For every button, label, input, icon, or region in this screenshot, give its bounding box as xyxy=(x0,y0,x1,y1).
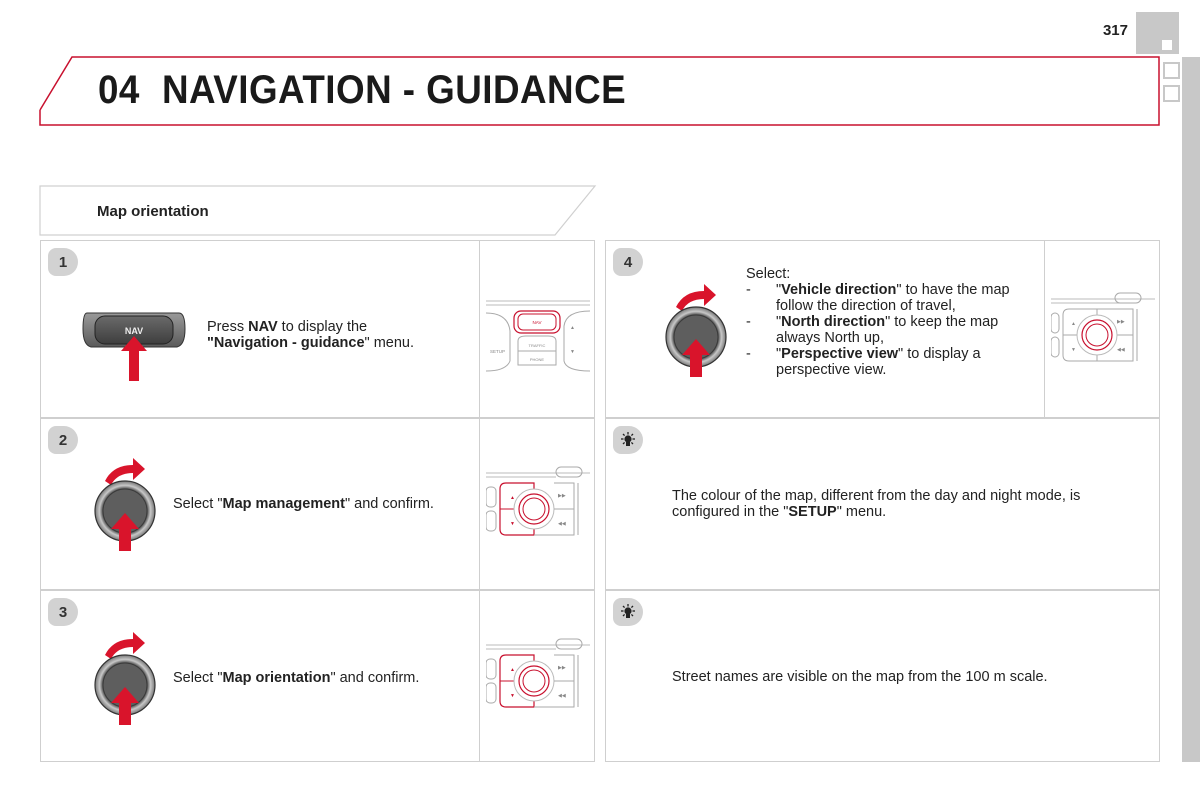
chapter-name: NAVIGATION - GUIDANCE xyxy=(161,68,627,112)
svg-text:PHONE: PHONE xyxy=(530,357,545,362)
lightbulb-icon xyxy=(621,604,635,618)
step-number-badge: 2 xyxy=(48,426,78,454)
nav-button-press-icon: NAV xyxy=(82,312,186,381)
svg-text:▼: ▼ xyxy=(510,521,515,527)
step-4-instruction: Select: - "Vehicle direction" to have the… xyxy=(746,266,1046,378)
step-3-instruction: Select "Map orientation" and confirm. xyxy=(173,670,420,686)
control-panel-knob-diagram: ▲ ▼ ▶▶ ◀◀ xyxy=(486,638,590,708)
rotary-knob-icon xyxy=(94,632,156,725)
step-panel-3: 3 Select "Map orientation" and confirm. … xyxy=(40,590,595,762)
rotary-knob-icon xyxy=(665,284,727,377)
side-thumb-bar xyxy=(1182,57,1200,762)
step-panel-4: 4 Select: - "Vehicle direction" to have t… xyxy=(605,240,1160,418)
svg-text:◀◀: ◀◀ xyxy=(558,693,566,699)
step-number-badge: 3 xyxy=(48,598,78,626)
step-number-badge: 4 xyxy=(613,248,643,276)
orientation-options-list: - "Vehicle direction" to have the map fol… xyxy=(746,282,1046,378)
chapter-number: 04 xyxy=(98,68,140,112)
tip-panel-2: Street names are visible on the map from… xyxy=(605,590,1160,762)
svg-text:▼: ▼ xyxy=(1071,347,1076,353)
chapter-title: 04 NAVIGATION - GUIDANCE xyxy=(98,68,626,113)
chapter-tab-marker xyxy=(1163,85,1180,102)
svg-text:NAV: NAV xyxy=(533,320,542,325)
page-number: 317 xyxy=(1102,22,1128,39)
section-title: Map orientation xyxy=(97,203,209,220)
control-panel-knob-diagram: ▲ ▼ ▶▶ ◀◀ xyxy=(1051,292,1155,362)
step-3-diagram-column: ▲ ▼ ▶▶ ◀◀ xyxy=(479,591,594,761)
svg-text:▲: ▲ xyxy=(1071,321,1076,327)
control-panel-knob-diagram: ▲ ▼ ▶▶ ◀◀ xyxy=(486,466,590,536)
svg-text:TRAFFIC: TRAFFIC xyxy=(529,343,546,348)
step-1-instruction: Press NAV to display the "Navigation - g… xyxy=(207,319,415,351)
svg-text:▼: ▼ xyxy=(510,693,515,699)
step-panel-1: 1 NAV Press NAV to display the "Navigati… xyxy=(40,240,595,418)
chapter-tab-marker xyxy=(1163,62,1180,79)
control-panel-nav-diagram: SETUP NAV TRAFFIC PHONE ▲ ▼ xyxy=(486,300,590,372)
svg-text:SETUP: SETUP xyxy=(490,349,505,354)
svg-text:▲: ▲ xyxy=(570,325,575,331)
step-4-intro: Select: xyxy=(746,266,791,282)
svg-text:▲: ▲ xyxy=(510,495,515,501)
step-number-badge: 1 xyxy=(48,248,78,276)
svg-text:◀◀: ◀◀ xyxy=(558,521,566,527)
svg-text:▶▶: ▶▶ xyxy=(558,665,566,671)
step-2-instruction: Select "Map management" and confirm. xyxy=(173,496,434,512)
svg-text:◀◀: ◀◀ xyxy=(1117,347,1125,353)
page-corner-tab xyxy=(1136,12,1179,54)
svg-text:▼: ▼ xyxy=(570,349,575,355)
svg-text:▶▶: ▶▶ xyxy=(558,493,566,499)
tip-badge xyxy=(613,598,643,626)
rotary-knob-icon xyxy=(94,458,156,551)
option-vehicle-direction: - "Vehicle direction" to have the map fol… xyxy=(746,282,1010,314)
tip-1-text: The colour of the map, different from th… xyxy=(672,488,1081,520)
option-perspective-view: - "Perspective view" to display a perspec… xyxy=(746,346,981,378)
step-panel-2: 2 Select "Map management" and confirm. ▲… xyxy=(40,418,595,590)
nav-button-label: NAV xyxy=(125,326,143,336)
tip-2-text: Street names are visible on the map from… xyxy=(672,669,1048,685)
lightbulb-icon xyxy=(621,432,635,446)
step-1-diagram-column: SETUP NAV TRAFFIC PHONE ▲ ▼ xyxy=(479,241,594,417)
step-2-diagram-column: ▲ ▼ ▶▶ ◀◀ xyxy=(479,419,594,589)
step-4-diagram-column: ▲ ▼ ▶▶ ◀◀ xyxy=(1044,241,1159,417)
svg-text:▲: ▲ xyxy=(510,667,515,673)
tip-panel-1: The colour of the map, different from th… xyxy=(605,418,1160,590)
tip-badge xyxy=(613,426,643,454)
svg-text:▶▶: ▶▶ xyxy=(1117,319,1125,325)
option-north-direction: - "North direction" to keep the map alway… xyxy=(746,314,999,346)
